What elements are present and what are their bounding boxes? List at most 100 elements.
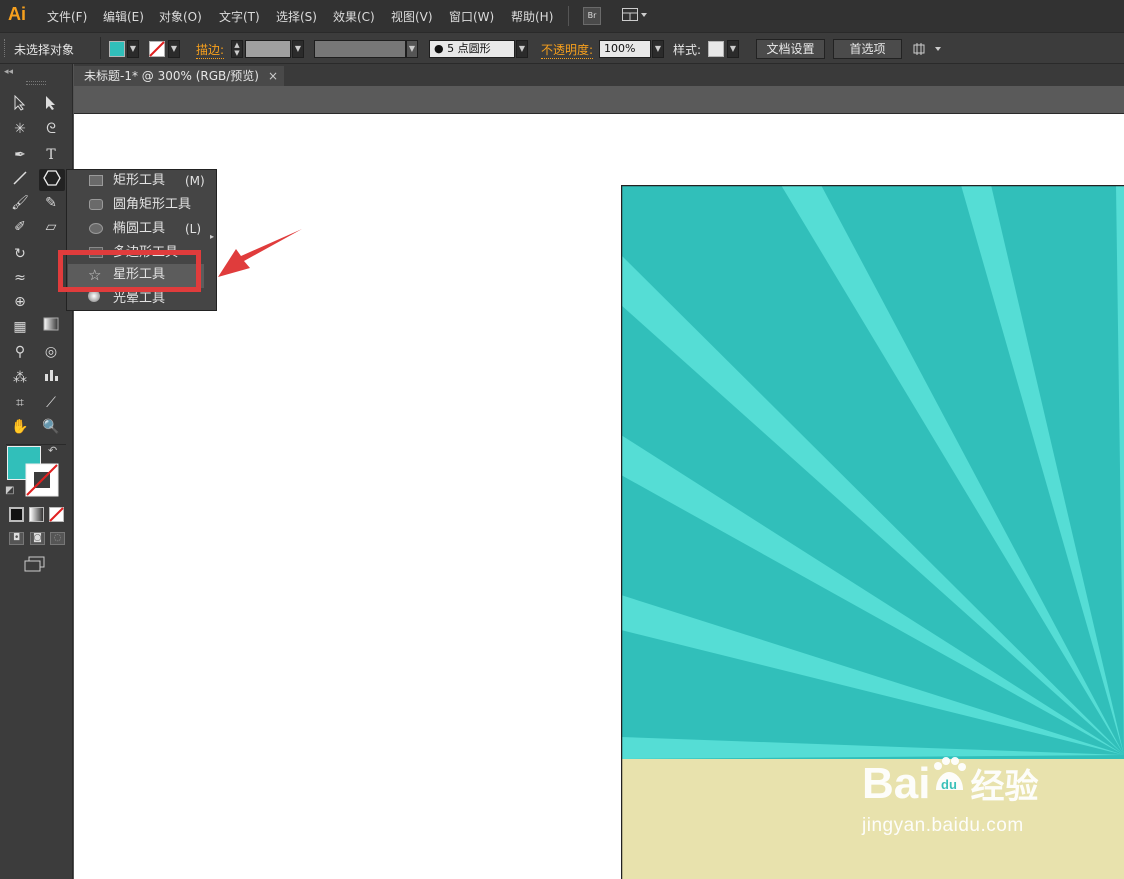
stroke-none-icon — [25, 463, 59, 497]
mesh-tool-icon[interactable]: ▦ — [9, 317, 31, 337]
fill-swatch[interactable] — [109, 41, 125, 57]
gradient-mode-icon[interactable] — [29, 507, 44, 522]
selection-tool-icon[interactable] — [9, 94, 31, 115]
tools-panel: ◂◂ ✳ ᘓ ✒ T 🖌 ✎ ✐ ▱ ↻ ≈ ⊕ ▦ ⚲ ◎ ⁂ ⌗ ⟋ ✋ 🔍… — [0, 64, 73, 879]
preferences-button[interactable]: 首选项 — [833, 39, 902, 59]
variable-width-dropdown[interactable]: ▼ — [406, 40, 418, 58]
watermark-brand-prefix: Bai — [862, 759, 931, 808]
line-segment-tool-icon[interactable] — [9, 170, 31, 190]
flyout-item-label: 矩形工具 — [113, 173, 166, 188]
opacity-label[interactable]: 不透明度: — [541, 41, 594, 59]
pen-tool-icon[interactable]: ✒ — [9, 145, 31, 165]
stroke-label[interactable]: 描边: — [196, 41, 225, 59]
collapse-icon[interactable]: ◂◂ — [4, 67, 13, 77]
stroke-dropdown[interactable]: ▼ — [168, 40, 180, 58]
zoom-tool-icon[interactable]: 🔍 — [40, 417, 62, 437]
menu-divider — [568, 6, 569, 26]
column-graph-tool-icon[interactable] — [40, 368, 62, 388]
pencil-tool-icon[interactable]: ✎ — [40, 193, 62, 213]
watermark-brand-suffix: 经验 — [970, 768, 1039, 806]
shape-builder-tool-icon[interactable]: ⊕ — [9, 292, 31, 312]
slice-tool-icon[interactable]: ⟋ — [40, 393, 62, 413]
app-logo: Ai — [8, 4, 26, 24]
control-bar: 未选择对象 ▼ ▼ 描边: ▲ ▼ ▼ ▼ ● 5 点圆形 ▼ 不透明度: 100… — [0, 32, 1124, 64]
draw-inside-icon[interactable]: ◌ — [50, 532, 65, 545]
menu-effect[interactable]: 效果(C) — [333, 8, 375, 25]
rectangle-icon — [89, 175, 103, 186]
selection-status: 未选择对象 — [14, 43, 75, 57]
magic-wand-tool-icon[interactable]: ✳ — [9, 119, 31, 139]
menu-object[interactable]: 对象(O) — [159, 8, 202, 25]
screen-mode-icon[interactable] — [24, 556, 46, 575]
stroke-color-box[interactable] — [25, 463, 59, 500]
symbol-sprayer-tool-icon[interactable]: ⁂ — [9, 368, 31, 388]
divider — [100, 37, 101, 59]
close-tab-icon[interactable]: × — [268, 66, 278, 86]
stroke-weight-input[interactable] — [245, 40, 291, 58]
document-setup-button[interactable]: 文档设置 — [756, 39, 825, 59]
panel-options-icon — [913, 43, 941, 55]
menu-window[interactable]: 窗口(W) — [449, 8, 494, 25]
draw-normal-icon[interactable]: ◘ — [9, 532, 24, 545]
paw-logo-icon: du — [930, 757, 967, 802]
watermark-url: jingyan.baidu.com — [862, 815, 1024, 836]
flyout-item-shortcut: (M) — [185, 174, 205, 188]
flyout-item-rectangle[interactable]: 矩形工具 (M) — [67, 170, 207, 194]
menu-type[interactable]: 文字(T) — [219, 8, 260, 25]
fill-dropdown[interactable]: ▼ — [127, 40, 139, 58]
eraser-tool-icon[interactable]: ▱ — [40, 217, 62, 237]
workspace-layout-icon — [622, 8, 647, 21]
svg-text:du: du — [942, 777, 958, 792]
menu-select[interactable]: 选择(S) — [276, 8, 317, 25]
direct-selection-tool-icon[interactable] — [40, 95, 62, 115]
rotate-tool-icon[interactable]: ↻ — [9, 244, 31, 264]
blob-brush-tool-icon[interactable]: ✐ — [9, 217, 31, 237]
none-mode-icon[interactable] — [49, 507, 64, 525]
brush-dropdown[interactable]: ▼ — [516, 40, 528, 58]
stroke-weight-stepper[interactable]: ▲ ▼ — [231, 40, 243, 58]
document-tab[interactable]: 未标题-1* @ 300% (RGB/预览) — [74, 66, 284, 86]
blend-tool-icon[interactable]: ◎ — [40, 342, 62, 362]
artboard-tool-icon[interactable]: ⌗ — [9, 393, 31, 413]
graphic-style-dropdown[interactable]: ▼ — [727, 40, 739, 58]
type-tool-icon[interactable]: T — [40, 145, 62, 165]
none-stroke-icon — [149, 41, 165, 57]
grip-handle[interactable] — [4, 39, 8, 57]
menu-file[interactable]: 文件(F) — [47, 8, 87, 25]
swap-colors-icon[interactable]: ↶ — [48, 444, 57, 457]
flyout-item-label: 圆角矩形工具 — [113, 197, 192, 212]
document-ruler-area — [74, 86, 1124, 114]
baidu-watermark: Bai du 经验 jingyan.baidu.com — [862, 757, 1039, 837]
menu-help[interactable]: 帮助(H) — [511, 8, 553, 25]
flyout-item-rounded-rectangle[interactable]: 圆角矩形工具 — [67, 194, 207, 218]
flyout-item-ellipse[interactable]: 椭圆工具 (L) — [67, 218, 207, 242]
polygon-tool-icon[interactable] — [39, 169, 65, 191]
graphic-style-swatch[interactable] — [708, 41, 724, 57]
menu-bar: Ai 文件(F) 编辑(E) 对象(O) 文字(T) 选择(S) 效果(C) 视… — [0, 0, 1124, 32]
stroke-swatch[interactable] — [149, 41, 165, 60]
eyedropper-tool-icon[interactable]: ⚲ — [9, 342, 31, 362]
hand-tool-icon[interactable]: ✋ — [9, 417, 31, 437]
opacity-input[interactable]: 100% — [599, 40, 651, 58]
style-label: 样式: — [673, 43, 702, 57]
menu-edit[interactable]: 编辑(E) — [103, 8, 144, 25]
flyout-item-label: 椭圆工具 — [113, 221, 166, 236]
warp-tool-icon[interactable]: ≈ — [9, 268, 31, 288]
stroke-weight-dropdown[interactable]: ▼ — [292, 40, 304, 58]
lasso-tool-icon[interactable]: ᘓ — [40, 119, 62, 139]
brush-definition-value: 5 点圆形 — [447, 42, 491, 55]
workspace-switcher[interactable] — [622, 8, 650, 25]
menu-view[interactable]: 视图(V) — [391, 8, 433, 25]
color-mode-icon[interactable] — [9, 507, 24, 522]
gradient-tool-icon[interactable] — [40, 317, 62, 337]
variable-width-profile[interactable] — [314, 40, 406, 58]
bridge-button[interactable]: Br — [583, 7, 601, 25]
draw-behind-icon[interactable]: ◙ — [30, 532, 45, 545]
panel-grip[interactable] — [26, 81, 46, 85]
control-panel-menu[interactable] — [913, 42, 943, 59]
brush-definition[interactable]: ● 5 点圆形 — [429, 40, 515, 58]
paintbrush-tool-icon[interactable]: 🖌 — [9, 193, 31, 213]
rounded-rectangle-icon — [89, 199, 103, 210]
opacity-dropdown[interactable]: ▼ — [652, 40, 664, 58]
default-colors-icon[interactable]: ◩ — [5, 485, 14, 496]
